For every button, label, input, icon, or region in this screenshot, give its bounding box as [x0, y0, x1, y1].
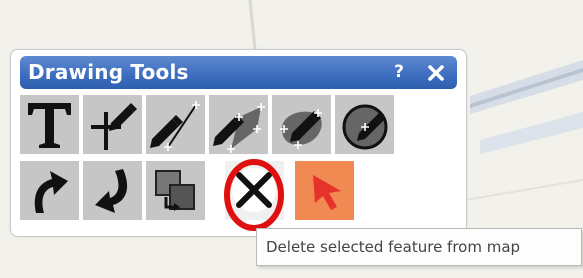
panel-title: Drawing Tools — [28, 60, 189, 84]
draw-polygon-icon — [213, 103, 265, 153]
close-button[interactable] — [425, 60, 447, 84]
draw-freehand-icon — [280, 109, 322, 149]
select-arrow-icon — [313, 175, 341, 210]
help-button[interactable]: ? — [390, 60, 408, 84]
undo-tool-button[interactable] — [20, 161, 79, 220]
delete-feature-tool-button[interactable] — [225, 161, 284, 220]
redo-tool-button[interactable] — [83, 161, 142, 220]
draw-circle-icon — [342, 104, 388, 150]
tooltip-text: Delete selected feature from map — [266, 238, 521, 256]
text-tool-button[interactable] — [20, 95, 79, 154]
add-point-icon — [91, 103, 137, 150]
redo-arrow-icon — [95, 169, 128, 213]
close-icon — [428, 65, 444, 81]
move-to-front-icon — [155, 170, 195, 211]
point-tool-button[interactable] — [83, 95, 142, 154]
line-tool-button[interactable] — [146, 95, 205, 154]
arrange-tool-button[interactable] — [146, 161, 205, 220]
tooltip: Delete selected feature from map — [256, 228, 582, 266]
select-tool-button[interactable] — [295, 161, 354, 220]
polygon-tool-button[interactable] — [209, 95, 268, 154]
text-icon — [28, 103, 71, 148]
panel-titlebar[interactable]: Drawing Tools ? — [20, 56, 457, 89]
circle-tool-button[interactable] — [335, 95, 394, 154]
undo-arrow-icon — [34, 171, 68, 213]
draw-line-icon — [150, 101, 200, 151]
delete-x-icon — [232, 168, 276, 212]
freehand-tool-button[interactable] — [272, 95, 331, 154]
drawing-tools-panel: Drawing Tools ? — [10, 49, 467, 237]
